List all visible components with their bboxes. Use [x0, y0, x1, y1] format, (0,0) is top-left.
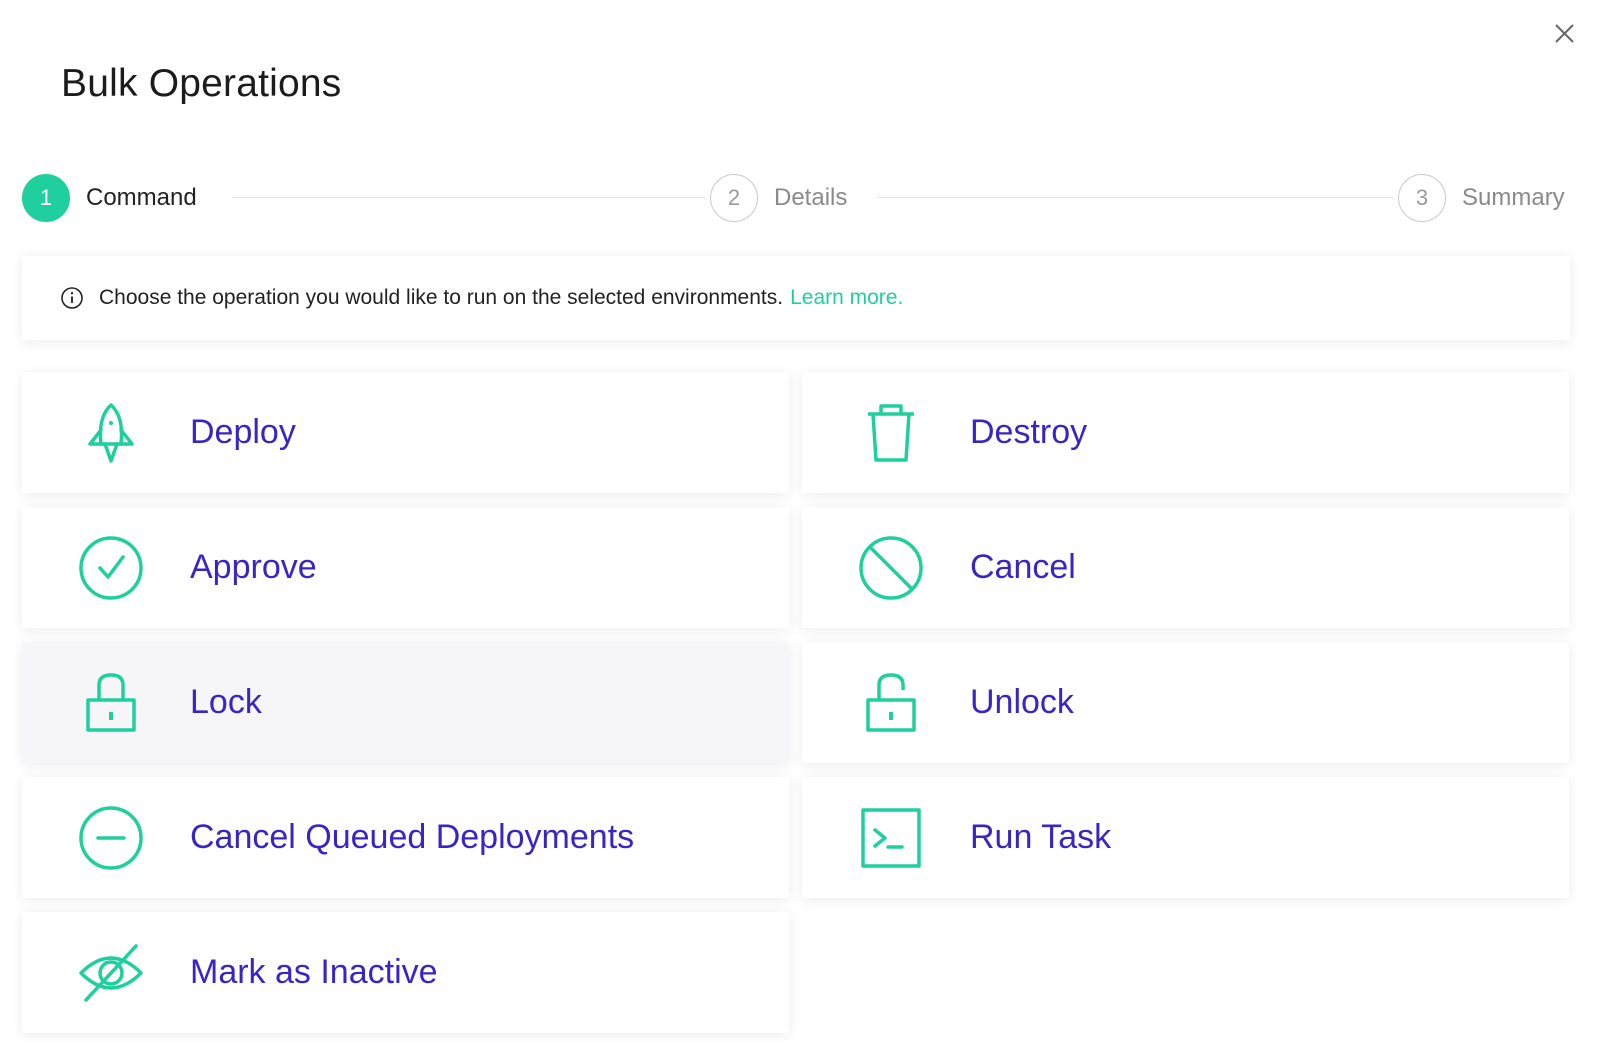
stepper: 1 Command 2 Details 3 Summary [22, 172, 1570, 224]
deploy-label: Deploy [190, 413, 296, 451]
step-connector [232, 197, 705, 198]
cancel-label: Cancel [970, 548, 1076, 586]
run-task-label: Run Task [970, 818, 1112, 856]
deploy-option[interactable]: Deploy [22, 372, 789, 493]
minus-circle-icon [79, 806, 143, 870]
unlock-option[interactable]: Unlock [802, 642, 1569, 763]
close-icon [1555, 24, 1574, 43]
lock-icon [86, 673, 136, 732]
step-details[interactable]: 2 Details [710, 172, 847, 224]
step-number-1: 1 [22, 174, 70, 222]
lock-label: Lock [190, 683, 262, 721]
destroy-label: Destroy [970, 413, 1088, 451]
run-task-option[interactable]: Run Task [802, 777, 1569, 898]
approve-option[interactable]: Approve [22, 507, 789, 628]
lock-option[interactable]: Lock [22, 642, 789, 763]
cancel-queued-deployments-option[interactable]: Cancel Queued Deployments [22, 777, 789, 898]
step-label-command: Command [86, 184, 197, 211]
step-number-3: 3 [1398, 174, 1446, 222]
eye-off-icon [79, 944, 143, 1002]
step-label-details: Details [774, 184, 848, 211]
step-command[interactable]: 1 Command [22, 172, 197, 224]
info-text: Choose the operation you would like to r… [99, 286, 784, 309]
rocket-icon [88, 403, 134, 463]
terminal-icon [861, 808, 921, 868]
mark-as-inactive-option[interactable]: Mark as Inactive [22, 912, 789, 1033]
ban-icon [859, 536, 923, 600]
cancel-option[interactable]: Cancel [802, 507, 1569, 628]
step-summary[interactable]: 3 Summary [1398, 172, 1565, 224]
mark-as-inactive-label: Mark as Inactive [190, 953, 438, 991]
info-banner: Choose the operation you would like to r… [22, 256, 1570, 340]
trash-icon [868, 404, 914, 462]
unlock-label: Unlock [970, 683, 1074, 721]
learn-more-link[interactable]: Learn more. [790, 286, 903, 310]
close-button[interactable] [1548, 18, 1580, 50]
destroy-option[interactable]: Destroy [802, 372, 1569, 493]
step-label-summary: Summary [1462, 184, 1565, 211]
unlock-icon [866, 673, 916, 732]
page-title: Bulk Operations [61, 62, 342, 105]
info-icon [61, 287, 83, 309]
approve-label: Approve [190, 548, 317, 586]
step-number-2: 2 [710, 174, 758, 222]
step-connector [877, 197, 1393, 198]
check-circle-icon [79, 536, 143, 600]
cancel-queued-deployments-label: Cancel Queued Deployments [190, 818, 635, 856]
